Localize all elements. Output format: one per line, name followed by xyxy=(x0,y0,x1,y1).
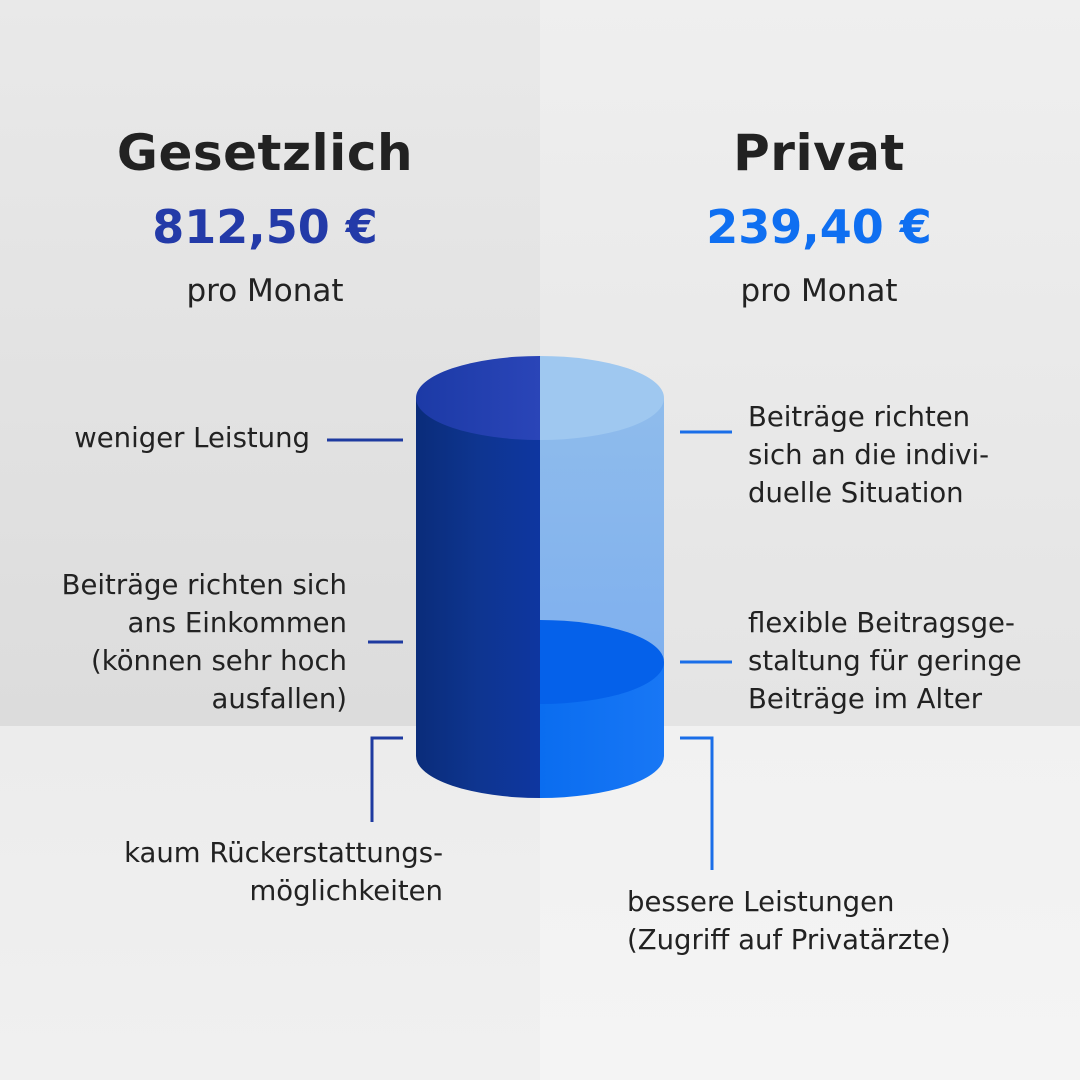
left-point-1: weniger Leistung xyxy=(74,422,310,454)
left-point-3: kaum Rückerstattungs- möglichkeiten xyxy=(124,837,443,907)
left-cylinder-body xyxy=(416,398,540,798)
connector-left-3 xyxy=(370,736,403,822)
connector-right-3 xyxy=(680,736,714,870)
right-point-2: flexible Beitragsge- staltung für gering… xyxy=(748,607,1022,715)
left-point-2: Beiträge richten sich ans Einkommen (kön… xyxy=(61,569,347,715)
right-point-3: bessere Leistungen (Zugriff auf Privatär… xyxy=(627,886,951,956)
right-point-1: Beiträge richten sich an die indivi- due… xyxy=(748,401,990,509)
